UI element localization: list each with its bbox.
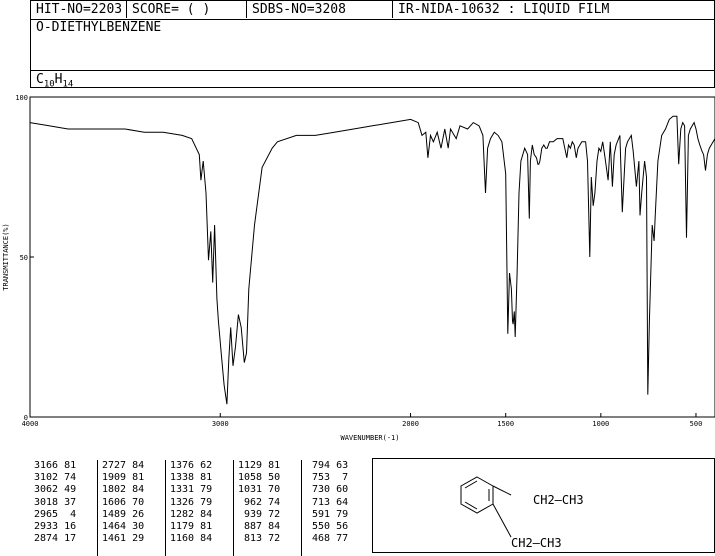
peak-columns: 3166 81 3102 74 3062 49 3018 37 2965 4 2933 1… <box>30 458 372 556</box>
peak-entry: 939 72 <box>238 508 281 520</box>
y-tick-label: 50 <box>20 254 28 262</box>
peak-entry: 1326 79 <box>170 496 213 508</box>
peak-entry: 591 79 <box>306 508 349 520</box>
x-axis-label: WAVENUMBER(-1) <box>340 434 399 442</box>
peak-entry: 813 72 <box>238 533 281 545</box>
x-tick-label: 1000 <box>592 420 609 428</box>
ring-double-bond <box>464 480 478 489</box>
header-bar: HIT-NO=2203 SCORE= ( ) SDBS-NO=3208 IR-N… <box>31 1 714 20</box>
peak-entry: 887 84 <box>238 521 281 533</box>
spectrum-series-line <box>29 115 715 405</box>
ethyl-group-top: CH2—CH3 <box>533 493 584 507</box>
peak-entry: 1058 50 <box>238 472 281 484</box>
x-tick-label: 500 <box>690 420 703 428</box>
peak-entry: 3018 37 <box>34 496 77 508</box>
structure-diagram: CH2—CH3 CH2—CH3 <box>460 476 584 550</box>
peak-entry: 1331 79 <box>170 484 213 496</box>
peak-entry: 753 7 <box>306 472 349 484</box>
bond-bottom <box>492 503 512 538</box>
peak-column: 1376 62 1338 81 1331 79 1326 79 1282 84 1179 … <box>166 460 234 556</box>
peak-entry: 1338 81 <box>170 472 213 484</box>
peak-column: 1129 81 1058 50 1031 70 962 74 939 72 887 … <box>234 460 302 556</box>
peak-entry: 1461 29 <box>102 533 145 545</box>
formula-row: C10H14 <box>31 70 714 90</box>
peak-entry: 1909 81 <box>102 472 145 484</box>
hit-number: HIT-NO=2203 <box>31 1 127 18</box>
peak-entry: 1160 84 <box>170 533 213 545</box>
peak-entry: 3102 74 <box>34 472 77 484</box>
formula-h: H <box>54 72 63 87</box>
peak-entry: 1376 62 <box>170 460 213 471</box>
y-axis-label: TRANSMITTANCE(%) <box>2 223 10 290</box>
peak-entry: 1031 70 <box>238 484 281 496</box>
peak-entry: 1179 81 <box>170 521 213 533</box>
peak-entry: 2727 84 <box>102 460 145 471</box>
peak-entry: 3166 81 <box>34 460 77 471</box>
peak-entry: 962 74 <box>238 496 281 508</box>
ethyl-group-bottom: CH2—CH3 <box>511 536 562 550</box>
peak-column: 794 63 753 7 730 60 713 64 591 79 550 56… <box>302 460 372 556</box>
peak-entry: 2965 4 <box>34 508 77 520</box>
x-tick-label: 3000 <box>212 420 229 428</box>
score: SCORE= ( ) <box>127 1 247 18</box>
benzene-ring <box>460 476 494 514</box>
peak-entry: 1464 30 <box>102 521 145 533</box>
peak-table: 3166 81 3102 74 3062 49 3018 37 2965 4 2933 1… <box>30 458 372 556</box>
bond-top <box>492 485 512 496</box>
peak-column: 3166 81 3102 74 3062 49 3018 37 2965 4 2933 1… <box>30 460 98 556</box>
ir-spectrum-chart: 050100 4000 3000 2000 1500 1000 500 WAVENUMBE… <box>2 94 715 442</box>
plot-area-frame <box>29 96 715 418</box>
peak-entry: 1129 81 <box>238 460 281 471</box>
peak-entry: 2933 16 <box>34 521 77 533</box>
structure-box: CH2—CH3 CH2—CH3 <box>372 458 715 553</box>
x-tick-label: 4000 <box>22 420 39 428</box>
peak-entry: 1489 26 <box>102 508 145 520</box>
x-tick-label: 2000 <box>402 420 419 428</box>
header-box: HIT-NO=2203 SCORE= ( ) SDBS-NO=3208 IR-N… <box>30 0 715 90</box>
peak-entry: 3062 49 <box>34 484 77 496</box>
peak-entry: 794 63 <box>306 460 349 471</box>
x-tick-label: 1500 <box>497 420 514 428</box>
sdbs-number: SDBS-NO=3208 <box>247 1 393 18</box>
peak-entry: 2874 17 <box>34 533 77 545</box>
ir-info: IR-NIDA-10632 : LIQUID FILM <box>398 2 610 17</box>
peak-entry: 730 60 <box>306 484 349 496</box>
peak-entry: 550 56 <box>306 521 349 533</box>
formula-c: C <box>36 72 44 87</box>
peak-column: 2727 84 1909 81 1802 84 1606 70 1489 26 1464 … <box>98 460 166 556</box>
peak-entry: 713 64 <box>306 496 349 508</box>
peak-entry: 1606 70 <box>102 496 145 508</box>
ring-double-bond <box>464 501 478 510</box>
peak-entry: 468 77 <box>306 533 349 545</box>
compound-name: O-DIETHYLBENZENE <box>36 20 162 35</box>
peak-entry: 1282 84 <box>170 508 213 520</box>
peak-entry: 1802 84 <box>102 484 145 496</box>
y-tick-label: 100 <box>15 94 28 102</box>
